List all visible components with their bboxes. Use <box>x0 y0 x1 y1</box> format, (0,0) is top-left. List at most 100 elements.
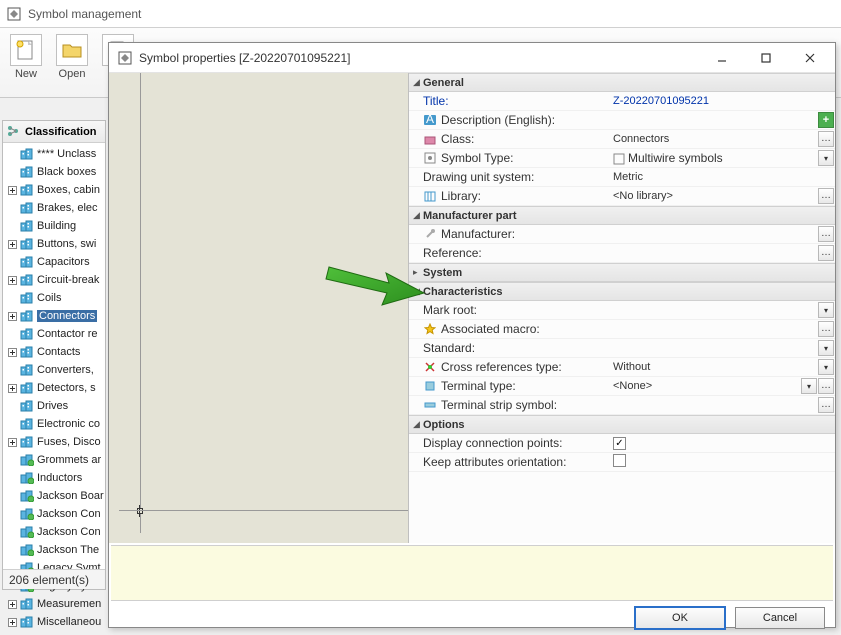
expand-icon[interactable] <box>7 311 18 322</box>
tree-item-13[interactable]: Detectors, s <box>3 379 105 397</box>
tree-item-4[interactable]: Building <box>3 217 105 235</box>
expand-icon[interactable] <box>7 599 18 610</box>
prop-terminal-type-value[interactable]: <None> <box>609 380 801 392</box>
tree-item-14[interactable]: Drives <box>3 397 105 415</box>
standard-dropdown[interactable] <box>818 340 834 356</box>
expand-icon[interactable] <box>7 437 18 448</box>
dialog-title: Symbol properties [Z-20220701095221] <box>139 51 705 65</box>
terminal-type-browse-button[interactable] <box>818 378 834 394</box>
tree-item-7[interactable]: Circuit-break <box>3 271 105 289</box>
tree-item-8[interactable]: Coils <box>3 289 105 307</box>
display-cp-checkbox[interactable] <box>613 437 626 450</box>
new-icon <box>10 34 42 66</box>
expand-icon[interactable] <box>7 185 18 196</box>
prop-symbol-type-value[interactable]: Multiwire symbols <box>609 151 818 165</box>
tree-item-21[interactable]: Jackson Con <box>3 523 105 541</box>
prop-title-value[interactable]: Z-20220701095221 <box>609 95 835 107</box>
tree-item-19[interactable]: Jackson Boar <box>3 487 105 505</box>
terminal-type-icon <box>423 379 437 393</box>
tree-item-6[interactable]: Capacitors <box>3 253 105 271</box>
app-icon <box>6 6 22 22</box>
category-icon <box>20 436 34 448</box>
tree-item-12[interactable]: Converters, <box>3 361 105 379</box>
prop-library-value[interactable]: <No library> <box>609 190 818 202</box>
tree-item-17[interactable]: Grommets ar <box>3 451 105 469</box>
tree-item-label: Building <box>37 220 76 232</box>
category-icon <box>20 274 34 286</box>
dialog-titlebar[interactable]: Symbol properties [Z-20220701095221] <box>109 43 835 73</box>
prop-class-value[interactable]: Connectors <box>609 133 818 145</box>
section-manufacturer[interactable]: ◢Manufacturer part <box>409 206 835 225</box>
prop-reference-label: Reference: <box>423 246 482 260</box>
library-browse-button[interactable] <box>818 188 834 204</box>
minimize-button[interactable] <box>705 47 739 69</box>
tree-item-20[interactable]: Jackson Con <box>3 505 105 523</box>
tree-item-16[interactable]: Fuses, Disco <box>3 433 105 451</box>
symbol-type-dropdown[interactable] <box>818 150 834 166</box>
symbol-properties-dialog: Symbol properties [Z-20220701095221] ◢Ge… <box>108 42 836 628</box>
tree-item-label: Jackson Con <box>37 508 101 520</box>
tree-item-2[interactable]: Boxes, cabin <box>3 181 105 199</box>
section-options[interactable]: ◢Options <box>409 415 835 434</box>
category-icon <box>20 256 34 268</box>
mark-root-dropdown[interactable] <box>818 302 834 318</box>
maximize-button[interactable] <box>749 47 783 69</box>
terminal-type-dropdown[interactable] <box>801 378 817 394</box>
new-button[interactable]: New <box>6 32 46 82</box>
tree-item-25[interactable]: Measuremen <box>3 595 105 613</box>
open-icon <box>56 34 88 66</box>
tree-item-label: Brakes, elec <box>37 202 98 214</box>
tree-item-26[interactable]: Miscellaneou <box>3 613 105 631</box>
ok-button[interactable]: OK <box>635 607 725 629</box>
crossref-dropdown[interactable] <box>818 359 834 375</box>
expand-icon[interactable] <box>7 347 18 358</box>
tree-item-label: Measuremen <box>37 598 101 610</box>
tree-item-22[interactable]: Jackson The <box>3 541 105 559</box>
terminal-strip-browse-button[interactable] <box>818 397 834 413</box>
expand-icon[interactable] <box>7 617 18 628</box>
expand-icon[interactable] <box>7 383 18 394</box>
add-description-button[interactable] <box>818 112 834 128</box>
expand-icon[interactable] <box>7 275 18 286</box>
section-characteristics[interactable]: ◢Characteristics <box>409 282 835 301</box>
category-icon <box>20 238 34 250</box>
classification-title: Classification <box>25 126 97 138</box>
open-button[interactable]: Open <box>52 32 92 82</box>
terminal-strip-icon <box>423 398 437 412</box>
tree-item-label: Contactor re <box>37 328 98 340</box>
prop-terminal-strip-label: Terminal strip symbol: <box>441 398 557 412</box>
tree-item-label: Electronic co <box>37 418 100 430</box>
open-label: Open <box>59 68 86 80</box>
tree-item-1[interactable]: Black boxes <box>3 163 105 181</box>
prop-drawing-unit-value[interactable]: Metric <box>609 171 835 183</box>
cancel-button[interactable]: Cancel <box>735 607 825 629</box>
reference-browse-button[interactable] <box>818 245 834 261</box>
tree-item-5[interactable]: Buttons, swi <box>3 235 105 253</box>
library-icon <box>423 189 437 203</box>
classification-tree: **** UnclassBlack boxesBoxes, cabin Brake… <box>3 143 105 633</box>
dialog-icon <box>117 50 133 66</box>
expand-icon[interactable] <box>7 239 18 250</box>
tree-item-label: Jackson Boar <box>37 490 104 502</box>
tree-item-18[interactable]: Inductors <box>3 469 105 487</box>
prop-title-label: Title: <box>423 94 449 108</box>
manufacturer-browse-button[interactable] <box>818 226 834 242</box>
tree-item-15[interactable]: Electronic co <box>3 415 105 433</box>
tree-item-label: Grommets ar <box>37 454 101 466</box>
classification-status: 206 element(s) <box>3 569 105 589</box>
section-system[interactable]: ▸System <box>409 263 835 282</box>
tree-item-3[interactable]: Brakes, elec <box>3 199 105 217</box>
prop-crossref-value[interactable]: Without <box>609 361 818 373</box>
keep-attr-checkbox[interactable] <box>613 454 626 467</box>
macro-browse-button[interactable] <box>818 321 834 337</box>
close-button[interactable] <box>793 47 827 69</box>
tree-item-10[interactable]: Contactor re <box>3 325 105 343</box>
tree-item-11[interactable]: Contacts <box>3 343 105 361</box>
section-general[interactable]: ◢General <box>409 73 835 92</box>
class-browse-button[interactable] <box>818 131 834 147</box>
category-icon <box>20 220 34 232</box>
tree-item-0[interactable]: **** Unclass <box>3 145 105 163</box>
category-icon <box>20 526 34 538</box>
tree-item-9[interactable]: Connectors <box>3 307 105 325</box>
category-icon <box>20 364 34 376</box>
